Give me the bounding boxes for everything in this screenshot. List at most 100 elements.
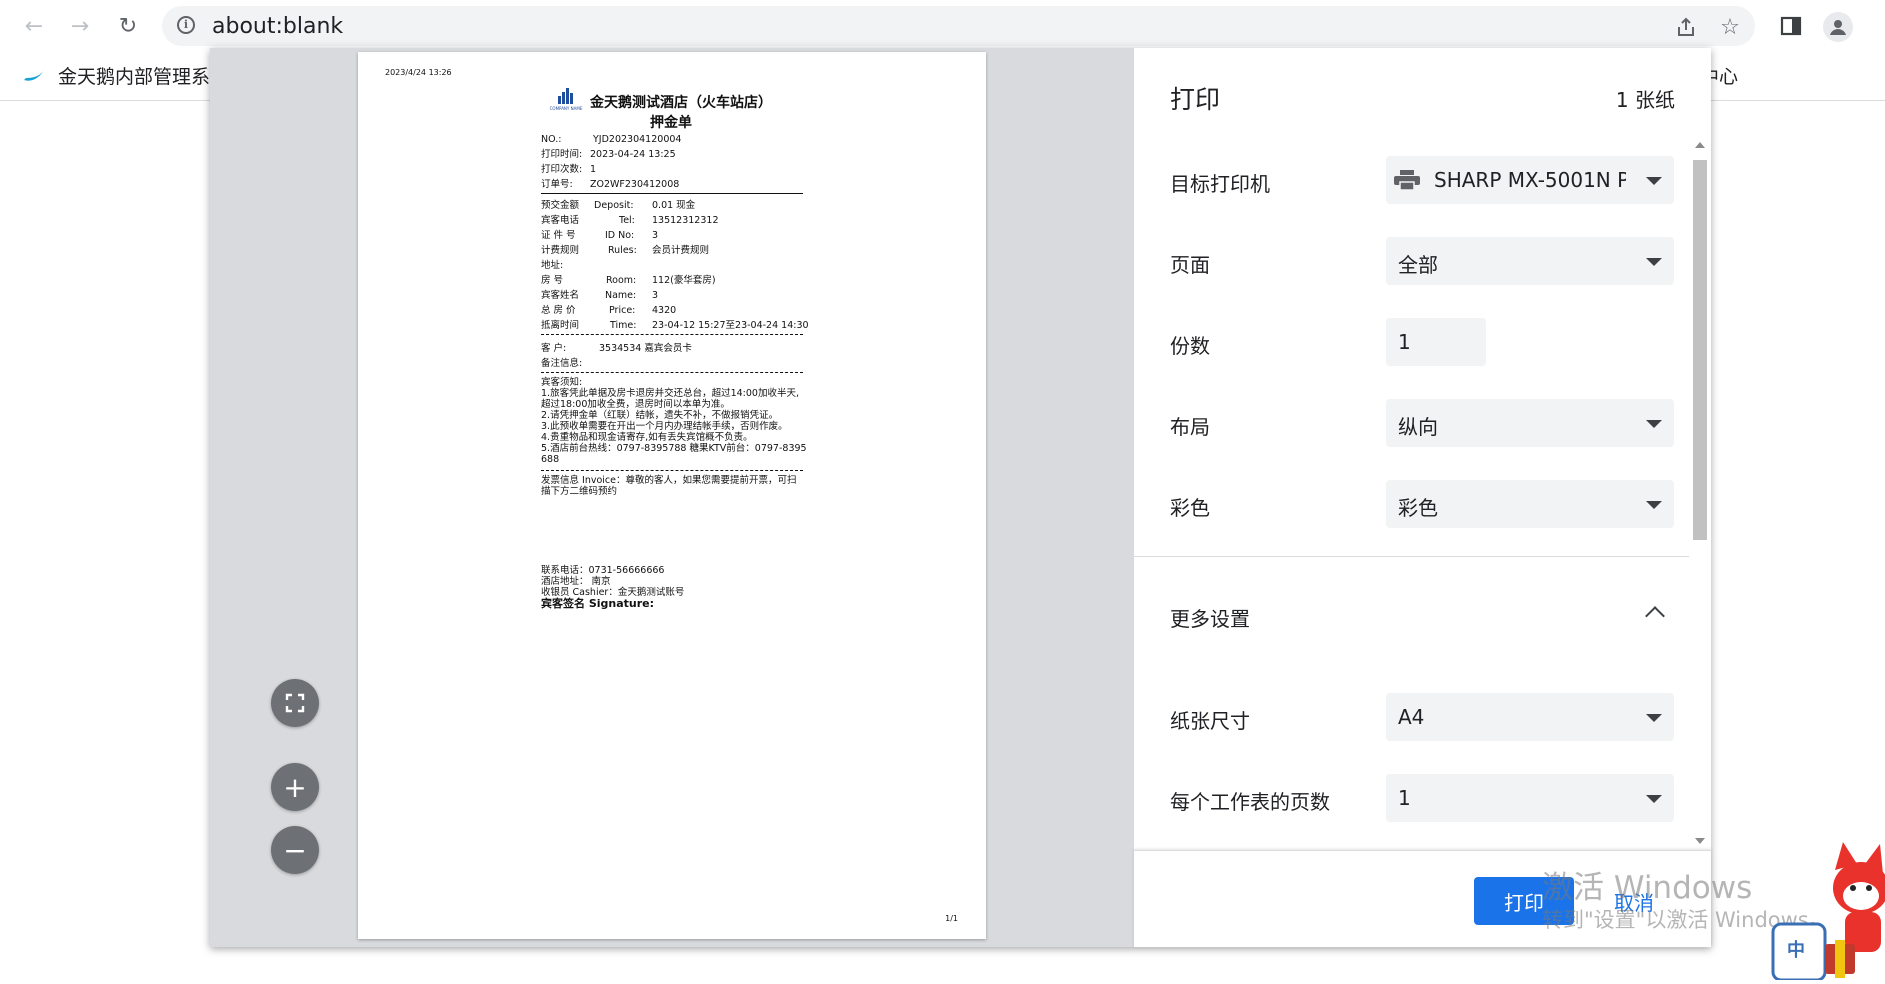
row-value: 13512312312 bbox=[652, 215, 719, 226]
ime-mascot[interactable]: 中 bbox=[1765, 840, 1885, 982]
dropdown-arrow-icon bbox=[1646, 795, 1662, 803]
row-value: 4320 bbox=[652, 305, 677, 316]
printer-icon bbox=[1394, 170, 1420, 190]
paper-size-select[interactable]: A4 bbox=[1386, 693, 1674, 741]
fit-to-page-button[interactable] bbox=[271, 679, 319, 727]
head-line: 打印时间: bbox=[541, 149, 583, 160]
head-line: 订单号: bbox=[541, 179, 573, 190]
customer-label: 客 户: bbox=[541, 343, 567, 354]
forward-icon[interactable]: → bbox=[66, 12, 94, 40]
layout-select[interactable]: 纵向 bbox=[1386, 399, 1674, 447]
back-icon[interactable]: ← bbox=[20, 12, 48, 40]
paper-size-label: 纸张尺寸 bbox=[1170, 709, 1250, 733]
fox-mascot-icon bbox=[1771, 842, 1885, 982]
remark-label: 备注信息: bbox=[541, 358, 583, 369]
sheet-count: 1 张纸 bbox=[1615, 88, 1675, 112]
minus-icon: − bbox=[283, 833, 307, 867]
row-value: 会员计费规则 bbox=[652, 245, 710, 256]
row-en-label: Price: bbox=[609, 305, 636, 316]
fit-page-icon bbox=[285, 693, 305, 713]
row-en-label: Rules: bbox=[608, 245, 637, 256]
reload-icon[interactable]: ↻ bbox=[114, 12, 142, 40]
print-date: 2023/4/24 13:26 bbox=[385, 68, 452, 77]
bookmark-star-icon[interactable]: ☆ bbox=[1717, 14, 1743, 40]
site-info-icon[interactable]: i bbox=[177, 16, 195, 34]
row-label: 宾客电话 bbox=[541, 215, 580, 226]
color-select[interactable]: 彩色 bbox=[1386, 480, 1674, 528]
color-value: 彩色 bbox=[1398, 496, 1438, 520]
activation-watermark-title: 激活 Windows bbox=[1542, 870, 1753, 906]
pages-per-sheet-select[interactable]: 1 bbox=[1386, 774, 1674, 822]
pages-select[interactable]: 全部 bbox=[1386, 237, 1674, 285]
head-line: NO.: bbox=[541, 134, 562, 145]
pages-value: 全部 bbox=[1398, 253, 1438, 277]
ime-mode-label: 中 bbox=[1787, 940, 1805, 961]
dropdown-arrow-icon bbox=[1646, 501, 1662, 509]
profile-avatar-icon[interactable] bbox=[1823, 12, 1853, 42]
scroll-down-icon[interactable] bbox=[1695, 838, 1705, 844]
zoom-in-button[interactable]: + bbox=[271, 763, 319, 811]
pages-per-sheet-label: 每个工作表的页数 bbox=[1170, 790, 1330, 814]
layout-value: 纵向 bbox=[1398, 415, 1438, 439]
row-en-label: Tel: bbox=[619, 215, 635, 226]
row-label: 计费规则 bbox=[541, 245, 580, 256]
row-label: 预交金额 bbox=[541, 200, 580, 211]
row-value: 3 bbox=[652, 290, 659, 301]
copies-value: 1 bbox=[1398, 330, 1411, 354]
head-value: YJD202304120004 bbox=[593, 134, 682, 145]
bookmark-label: 金天鹅内部管理系... bbox=[58, 66, 229, 88]
dropdown-arrow-icon bbox=[1646, 420, 1662, 428]
row-en-label: Room: bbox=[606, 275, 637, 286]
dropdown-arrow-icon bbox=[1646, 258, 1662, 266]
notice-line: 688 bbox=[541, 454, 560, 465]
row-en-label: ID No: bbox=[605, 230, 635, 241]
share-icon[interactable] bbox=[1673, 14, 1699, 40]
row-label: 地址: bbox=[541, 260, 564, 271]
hotel-logo: COMPANY NAME bbox=[548, 88, 584, 114]
preview-page: 2023/4/24 13:26 COMPANY NAME 金天鹅测试酒店（火车站… bbox=[358, 52, 986, 939]
dropdown-arrow-icon bbox=[1646, 177, 1662, 185]
address-bar[interactable]: i about:blank ☆ bbox=[162, 6, 1755, 46]
dropdown-arrow-icon bbox=[1646, 714, 1662, 722]
pages-label: 页面 bbox=[1170, 253, 1210, 277]
url-text[interactable]: about:blank bbox=[212, 14, 343, 39]
copies-input[interactable]: 1 bbox=[1386, 318, 1486, 366]
paper-size-value: A4 bbox=[1398, 705, 1425, 729]
receipt-subtitle: 押金单 bbox=[650, 115, 692, 131]
chevron-up-icon[interactable] bbox=[1645, 606, 1665, 626]
pages-per-sheet-value: 1 bbox=[1398, 786, 1411, 810]
print-settings-pane: 打印 1 张纸 目标打印机 SHARP MX-5001N PCL6 页面 全部 … bbox=[1134, 48, 1711, 947]
scroll-thumb[interactable] bbox=[1693, 160, 1707, 540]
layout-label: 布局 bbox=[1170, 415, 1210, 439]
dashed-separator bbox=[541, 470, 803, 471]
row-label: 房 号 bbox=[541, 275, 564, 286]
zoom-out-button[interactable]: − bbox=[271, 826, 319, 874]
more-settings-toggle[interactable]: 更多设置 bbox=[1170, 603, 1250, 632]
print-preview-pane: 2023/4/24 13:26 COMPANY NAME 金天鹅测试酒店（火车站… bbox=[210, 48, 1134, 947]
row-en-label: Name: bbox=[605, 290, 637, 301]
browser-toolbar: ← → ↻ i about:blank ☆ bbox=[0, 0, 1885, 52]
row-value: 3 bbox=[652, 230, 659, 241]
destination-value: SHARP MX-5001N PCL6 bbox=[1434, 168, 1626, 192]
row-label: 抵离时间 bbox=[541, 320, 580, 331]
head-line: 打印次数: bbox=[541, 164, 583, 175]
logo-text: COMPANY NAME bbox=[549, 106, 583, 111]
destination-select[interactable]: SHARP MX-5001N PCL6 bbox=[1386, 156, 1674, 204]
head-value: 2023-04-24 13:25 bbox=[590, 149, 676, 160]
notice-line: 5.酒店前台热线：0797-8395788 糖果KTV前台：0797-8395 bbox=[541, 443, 807, 454]
print-dialog: 2023/4/24 13:26 COMPANY NAME 金天鹅测试酒店（火车站… bbox=[210, 48, 1711, 947]
settings-scrollbar[interactable] bbox=[1689, 138, 1711, 848]
separator bbox=[541, 193, 803, 194]
bookmark-item[interactable]: 金天鹅内部管理系... bbox=[22, 62, 228, 89]
plus-icon: + bbox=[283, 770, 307, 804]
dialog-title: 打印 bbox=[1170, 85, 1221, 114]
dashed-separator bbox=[541, 372, 803, 373]
row-label: 总 房 价 bbox=[541, 305, 576, 316]
scroll-up-icon[interactable] bbox=[1695, 142, 1705, 148]
row-value: 23-04-12 15:27至23-04-24 14:30 bbox=[652, 320, 809, 331]
head-value: ZO2WF230412008 bbox=[590, 179, 680, 190]
row-value: 112(豪华套房) bbox=[652, 275, 716, 286]
row-value: 0.01 现金 bbox=[652, 200, 696, 211]
side-panel-icon[interactable] bbox=[1778, 13, 1804, 39]
swan-logo-icon bbox=[24, 69, 44, 81]
